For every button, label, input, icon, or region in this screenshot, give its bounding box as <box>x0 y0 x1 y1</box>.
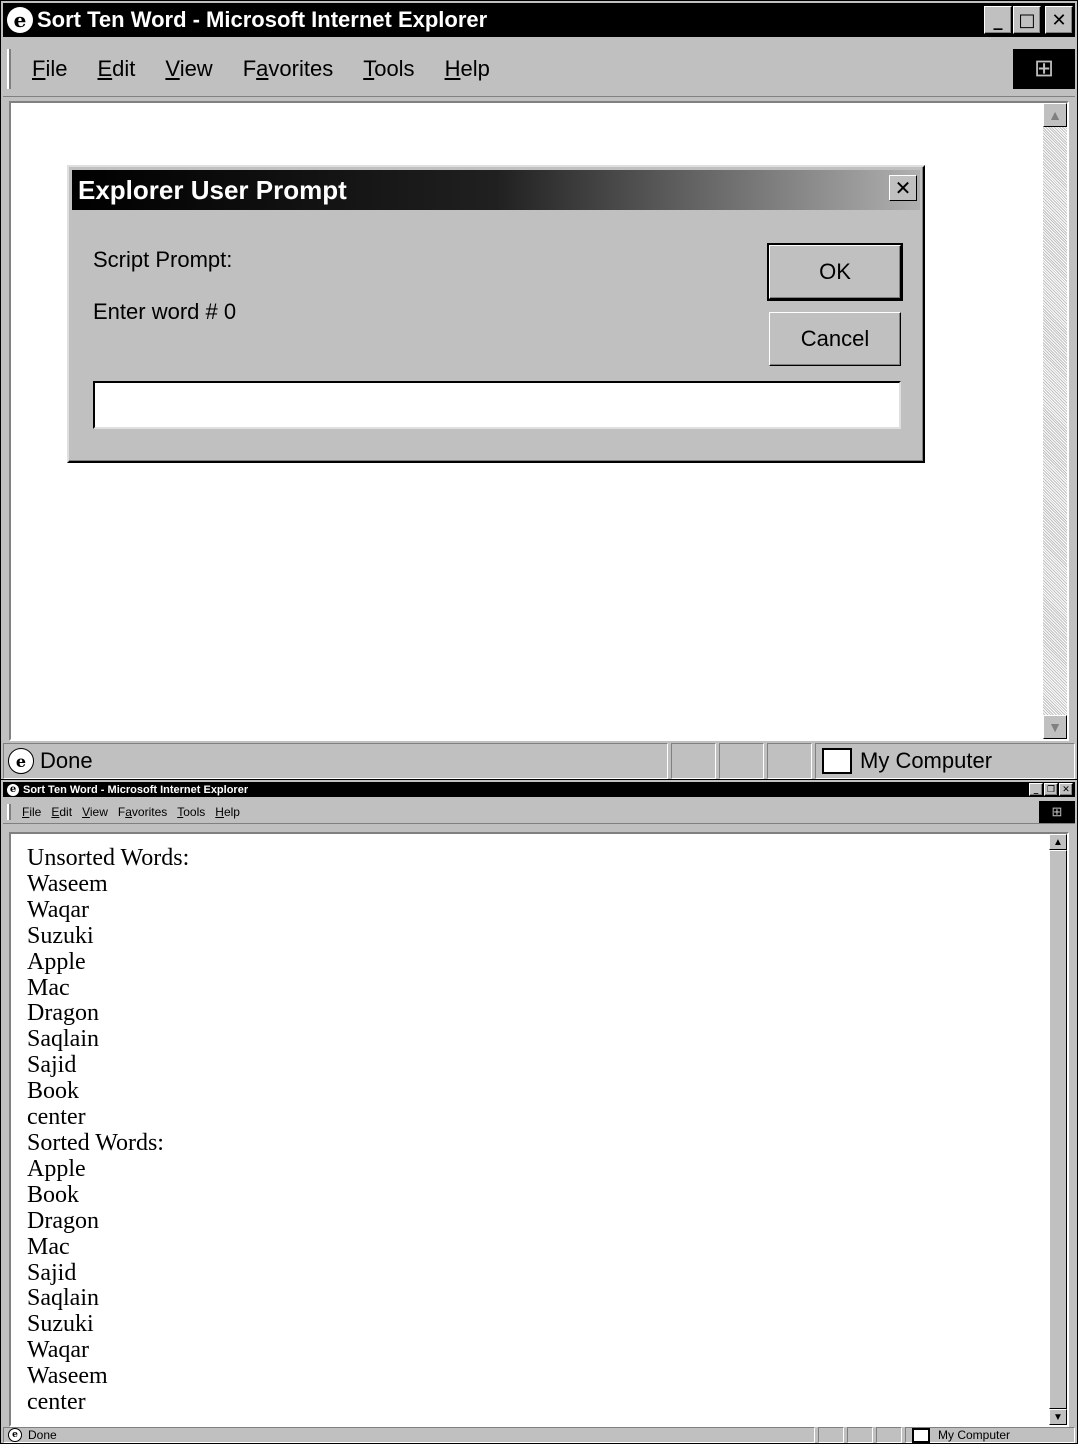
document-body: Unsorted Words: Waseem Waqar Suzuki Appl… <box>27 845 190 1416</box>
title-bar[interactable]: e Sort Ten Word - Microsoft Internet Exp… <box>3 782 1075 797</box>
menu-tools[interactable]: Tools <box>177 805 205 819</box>
unsorted-word: Sajid <box>27 1052 77 1079</box>
menu-favorites[interactable]: Favorites <box>118 805 167 819</box>
sorted-word: Dragon <box>27 1207 99 1234</box>
computer-icon <box>912 1427 930 1443</box>
scroll-thumb[interactable] <box>1049 850 1067 1409</box>
status-cell <box>876 1427 902 1443</box>
unsorted-word: Mac <box>27 974 70 1001</box>
status-text: Done <box>40 748 93 773</box>
zone-text: My Computer <box>860 748 993 773</box>
close-button[interactable]: ✕ <box>1045 6 1073 34</box>
status-cell <box>818 1427 844 1443</box>
ok-button[interactable]: OK <box>767 243 903 301</box>
cancel-button[interactable]: Cancel <box>769 312 901 366</box>
browser-window-prompt: e Sort Ten Word - Microsoft Internet Exp… <box>0 0 1078 780</box>
vertical-scrollbar[interactable]: ▲ ▼ <box>1049 834 1067 1425</box>
ie-icon: e <box>7 7 33 33</box>
menu-bar: File Edit View Favorites Tools Help ⊞ <box>3 800 1075 824</box>
page-content: ▲ ▼ Explorer User Prompt ✕ Script Prompt… <box>9 101 1069 741</box>
scroll-down-icon[interactable]: ▼ <box>1043 715 1067 739</box>
scroll-up-icon[interactable]: ▲ <box>1049 834 1067 850</box>
unsorted-heading: Unsorted Words: <box>27 845 190 871</box>
title-bar[interactable]: e Sort Ten Word - Microsoft Internet Exp… <box>3 3 1075 37</box>
sorted-word: Apple <box>27 1155 86 1182</box>
menu-view[interactable]: View <box>82 805 108 819</box>
sorted-word: Suzuki <box>27 1311 94 1338</box>
security-zone: My Computer <box>815 743 1075 779</box>
sorted-word: Book <box>27 1181 80 1208</box>
sorted-word: Waseem <box>27 1363 108 1390</box>
menu-view[interactable]: View <box>165 56 212 82</box>
restore-button[interactable]: ❐ <box>1044 783 1058 796</box>
close-button[interactable]: ✕ <box>1059 783 1073 796</box>
menu-bar: File Edit View Favorites Tools Help ⊞ <box>3 41 1075 97</box>
status-bar: e Done My Computer <box>3 743 1075 779</box>
scroll-up-icon[interactable]: ▲ <box>1043 103 1067 127</box>
unsorted-word: Waqar <box>27 896 90 923</box>
sorted-word: center <box>27 1389 86 1416</box>
page-icon: e <box>8 1428 22 1442</box>
sorted-heading: Sorted Words: <box>27 1129 164 1156</box>
toolbar-grip[interactable] <box>7 48 11 89</box>
sorted-word: Sajid <box>27 1259 77 1286</box>
computer-icon <box>822 748 852 774</box>
menu-file[interactable]: File <box>22 805 41 819</box>
maximize-button[interactable]: □ <box>1013 6 1041 34</box>
windows-logo-icon: ⊞ <box>1013 48 1075 89</box>
window-title: Sort Ten Word - Microsoft Internet Explo… <box>37 7 488 32</box>
status-text: Done <box>28 1428 57 1442</box>
menu-help[interactable]: Help <box>215 805 240 819</box>
status-cell <box>671 743 716 779</box>
sorted-word: Mac <box>27 1233 70 1260</box>
unsorted-word: Apple <box>27 948 86 975</box>
zone-text: My Computer <box>938 1428 1011 1442</box>
script-prompt-label: Script Prompt: <box>93 247 233 272</box>
status-cell <box>719 743 764 779</box>
unsorted-word: Saqlain <box>27 1026 99 1053</box>
menu-edit[interactable]: Edit <box>51 805 72 819</box>
toolbar-grip[interactable] <box>7 803 11 820</box>
dialog-title-bar[interactable]: Explorer User Prompt <box>72 170 920 210</box>
dialog-title: Explorer User Prompt <box>78 174 347 205</box>
scroll-down-icon[interactable]: ▼ <box>1049 1409 1067 1425</box>
page-content: Unsorted Words: Waseem Waqar Suzuki Appl… <box>9 832 1069 1427</box>
prompt-message: Enter word # 0 <box>93 299 237 324</box>
minimize-button[interactable]: _ <box>984 6 1012 34</box>
minimize-button[interactable]: _ <box>1029 783 1043 796</box>
page-icon: e <box>8 748 34 774</box>
vertical-scrollbar[interactable]: ▲ ▼ <box>1043 103 1067 739</box>
menu-help[interactable]: Help <box>445 56 490 82</box>
menu-favorites[interactable]: Favorites <box>243 56 334 82</box>
prompt-input[interactable] <box>93 381 901 429</box>
menu-tools[interactable]: Tools <box>363 56 414 82</box>
user-prompt-dialog: Explorer User Prompt ✕ Script Prompt: En… <box>67 165 925 463</box>
status-bar: e Done My Computer <box>3 1427 1075 1443</box>
menu-edit[interactable]: Edit <box>97 56 135 82</box>
unsorted-word: Suzuki <box>27 922 94 949</box>
unsorted-word: center <box>27 1104 86 1131</box>
dialog-close-button[interactable]: ✕ <box>889 175 917 201</box>
windows-logo-icon: ⊞ <box>1039 800 1075 823</box>
unsorted-word: Waseem <box>27 870 108 897</box>
status-cell <box>767 743 812 779</box>
browser-window-result: e Sort Ten Word - Microsoft Internet Exp… <box>0 779 1078 1444</box>
menu-file[interactable]: File <box>32 56 67 82</box>
security-zone: My Computer <box>905 1427 1075 1443</box>
unsorted-word: Dragon <box>27 1000 99 1027</box>
unsorted-word: Book <box>27 1078 80 1105</box>
window-title: Sort Ten Word - Microsoft Internet Explo… <box>23 783 249 796</box>
sorted-word: Saqlain <box>27 1285 99 1312</box>
ie-icon: e <box>7 783 19 796</box>
sorted-word: Waqar <box>27 1337 90 1364</box>
status-cell <box>847 1427 873 1443</box>
